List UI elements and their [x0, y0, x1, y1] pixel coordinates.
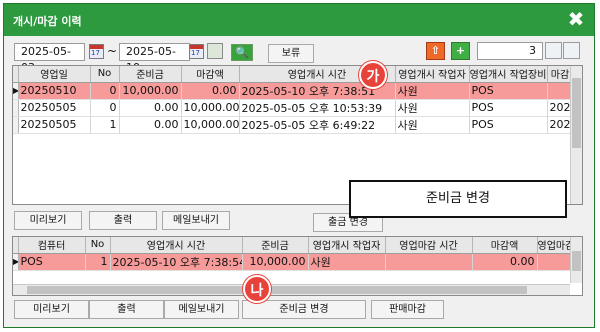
- date-range-separator: ~: [107, 44, 118, 58]
- printer-icon[interactable]: [563, 42, 580, 59]
- annotation-badge-a: 가: [359, 61, 387, 89]
- upload-icon[interactable]: ⇧: [426, 42, 445, 60]
- table-row[interactable]: 20250505 1 0.00 10,000.00 2025-05-05 오후 …: [13, 116, 574, 134]
- opening-time-cell: 2025-05-10 오후 7:38:54: [110, 253, 243, 271]
- column-header[interactable]: 마감액: [181, 66, 240, 83]
- column-header[interactable]: 영업개시 작업장비: [469, 66, 548, 83]
- table-row[interactable]: ▶ 20250510 0 10,000.00 0.00 2025-05-10 오…: [13, 82, 574, 100]
- computer-cell: POS: [18, 253, 86, 271]
- opening-history-table: 영업일 No 준비금 마감액 영업개시 시간 영업개시 작업자 영업개시 작업장…: [13, 66, 574, 134]
- column-header[interactable]: 컴퓨터: [18, 237, 86, 254]
- hold-button[interactable]: 보류: [268, 44, 314, 63]
- business-date-cell: 20250505: [18, 99, 91, 117]
- closing-amount-cell: 10,000.00: [181, 99, 240, 117]
- bottom-grid-vertical-scrollbar[interactable]: [570, 237, 582, 283]
- start-date-field[interactable]: 2025-05-03: [14, 43, 85, 74]
- add-icon[interactable]: +: [451, 42, 470, 60]
- no-cell: 0: [90, 99, 120, 117]
- closing-amount-cell: 0.00: [181, 82, 240, 100]
- bottom-email-button[interactable]: 메일보내기: [164, 300, 239, 319]
- end-date-field[interactable]: 2025-05-10: [119, 43, 190, 74]
- bottom-grid-horizontal-scrollbar[interactable]: [13, 284, 570, 295]
- closing-time-cell: [385, 253, 473, 271]
- title-bar: 개시/마감 이력 ✖: [4, 4, 594, 36]
- business-date-cell: 20250505: [18, 116, 91, 134]
- reserve-cell: 10,000.00: [119, 82, 182, 100]
- closing-amount-cell: 10,000.00: [181, 116, 240, 134]
- close-icon[interactable]: ✖: [566, 9, 586, 29]
- opening-time-cell: 2025-05-05 오후 6:49:22: [239, 116, 396, 134]
- top-email-button[interactable]: 메일보내기: [162, 211, 230, 230]
- column-header[interactable]: 영업개시 작업자: [395, 66, 470, 83]
- column-header[interactable]: 영업개시 시간: [110, 237, 243, 254]
- opening-worker-cell: 사원: [395, 116, 470, 134]
- opening-worker-cell: 사원: [308, 253, 386, 271]
- bottom-print-button[interactable]: 출력: [89, 300, 164, 319]
- excel-icon[interactable]: [545, 42, 562, 59]
- column-header[interactable]: 영업일: [18, 66, 91, 83]
- column-header[interactable]: 마감액: [472, 237, 538, 254]
- reserve-change-button[interactable]: 준비금 변경: [242, 300, 366, 319]
- bottom-grid-header: 컴퓨터 No 영업개시 시간 준비금 영업개시 작업자 영업마감 시간 마감액 …: [13, 237, 582, 254]
- column-header[interactable]: 준비금: [119, 66, 182, 83]
- top-print-button[interactable]: 출력: [89, 211, 157, 230]
- end-calendar-icon[interactable]: 17: [189, 44, 204, 59]
- column-header[interactable]: 영업마감 시간: [385, 237, 473, 254]
- opening-worker-cell: 사원: [395, 82, 470, 100]
- top-preview-button[interactable]: 미리보기: [14, 211, 82, 230]
- top-grid-header: 영업일 No 준비금 마감액 영업개시 시간 영업개시 작업자 영업개시 작업장…: [13, 66, 574, 83]
- no-cell: 1: [90, 116, 120, 134]
- window-title: 개시/마감 이력: [13, 15, 82, 28]
- history-window: 개시/마감 이력 ✖ 2025-05-03 17 ~ 2025-05-10 17…: [3, 3, 595, 328]
- column-header[interactable]: 영업개시 작업자: [308, 237, 386, 254]
- opening-device-cell: POS: [469, 82, 548, 100]
- annotation-badge-b: 나: [243, 275, 271, 303]
- column-header[interactable]: 준비금: [242, 237, 309, 254]
- opening-time-cell: 2025-05-05 오후 10:53:39: [239, 99, 396, 117]
- reserve-change-callout: 준비금 변경: [349, 180, 567, 218]
- reserve-cell: 10,000.00: [242, 253, 309, 271]
- sales-close-button[interactable]: 판매마감: [371, 300, 444, 319]
- table-row[interactable]: 20250505 0 0.00 10,000.00 2025-05-05 오후 …: [13, 99, 574, 117]
- business-date-cell: 20250510: [18, 82, 91, 100]
- search-button[interactable]: 🔍: [231, 44, 253, 61]
- reserve-cell: 0.00: [119, 116, 182, 134]
- opening-device-cell: POS: [469, 99, 548, 117]
- opening-device-cell: POS: [469, 116, 548, 134]
- no-cell: 1: [85, 253, 111, 271]
- image-icon[interactable]: [207, 43, 223, 59]
- closing-amount-cell: 0.00: [472, 253, 538, 271]
- device-session-table: 컴퓨터 No 영업개시 시간 준비금 영업개시 작업자 영업마감 시간 마감액 …: [13, 237, 582, 271]
- top-grid-vertical-scrollbar[interactable]: [570, 66, 582, 204]
- column-header[interactable]: No: [85, 237, 111, 254]
- table-row[interactable]: ▶ POS 1 2025-05-10 오후 7:38:54 10,000.00 …: [13, 253, 582, 271]
- reserve-cell: 0.00: [119, 99, 182, 117]
- no-cell: 0: [90, 82, 120, 100]
- start-calendar-icon[interactable]: 17: [89, 44, 104, 59]
- opening-worker-cell: 사원: [395, 99, 470, 117]
- record-count: 3: [477, 42, 543, 60]
- column-header[interactable]: No: [90, 66, 120, 83]
- device-session-grid[interactable]: 컴퓨터 No 영업개시 시간 준비금 영업개시 작업자 영업마감 시간 마감액 …: [12, 236, 583, 296]
- bottom-preview-button[interactable]: 미리보기: [14, 300, 89, 319]
